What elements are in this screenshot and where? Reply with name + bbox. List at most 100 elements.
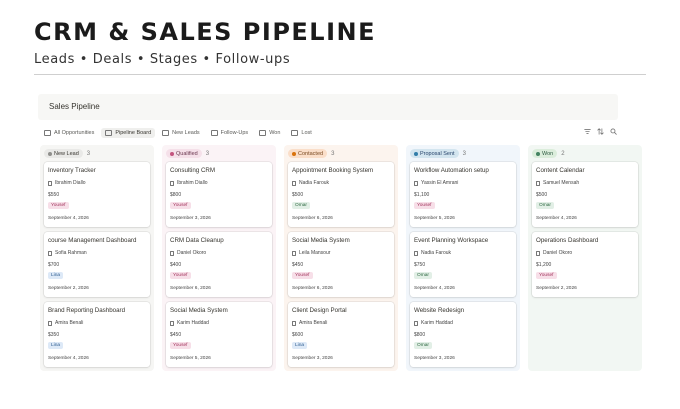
tab-follow-ups[interactable]: Follow-Ups — [207, 128, 253, 138]
deal-amount: $600 — [292, 332, 304, 338]
tab-won[interactable]: Won — [255, 128, 284, 138]
deal-card[interactable]: Client Design Portal Amira Benali $600 Lina… — [288, 302, 394, 367]
deal-date: September 5, 2026 — [170, 356, 211, 361]
deal-card[interactable]: Workflow Automation setup Yassin El Amran… — [410, 162, 516, 227]
deal-date: September 4, 2026 — [48, 356, 89, 361]
owner-tag: Omar — [414, 342, 432, 349]
deal-amount: $550 — [48, 192, 60, 198]
status-dot-icon — [414, 151, 418, 156]
board-header: Sales Pipeline — [38, 94, 618, 120]
search-icon[interactable] — [610, 128, 617, 135]
status-label: Proposal Sent — [420, 150, 455, 157]
contact-name: Ibrahim Diallo — [55, 180, 86, 186]
tab-lost[interactable]: Lost — [287, 128, 315, 138]
contact-name: Daniel Okoro — [543, 250, 573, 256]
tab-label: Lost — [301, 130, 312, 136]
status-label: New Lead — [54, 150, 79, 157]
deal-card[interactable]: Website Redesign Karim Haddad $800 Omar Sept… — [410, 302, 516, 367]
deal-amount: $500 — [292, 192, 304, 198]
column-header: Qualified 3 — [166, 149, 209, 158]
deal-title: Workflow Automation setup — [414, 167, 489, 174]
status-badge[interactable]: Proposal Sent — [410, 149, 459, 158]
deal-date: September 3, 2026 — [170, 216, 211, 221]
tab-label: Won — [269, 130, 281, 136]
contact-name: Karim Haddad — [177, 320, 209, 326]
owner-tag: Yousef — [170, 272, 191, 279]
deal-amount: $700 — [48, 262, 60, 268]
deal-date: September 2, 2026 — [48, 286, 89, 291]
tab-label: All Opportunities — [54, 130, 95, 136]
deal-card[interactable]: Inventory Tracker Ibrahim Diallo $550 Youse… — [44, 162, 150, 227]
board-column-contacted: Contacted 3 Appointment Booking System Nadi… — [284, 145, 398, 371]
deal-card[interactable]: Event Planning Workspace Nadia Farouk $750… — [410, 232, 516, 297]
board-title[interactable]: Sales Pipeline — [49, 102, 100, 111]
contact-name: Nadia Farouk — [421, 250, 452, 256]
page-subtitle: Leads • Deals • Stages • Follow-ups — [34, 52, 291, 67]
deal-card[interactable]: Social Media System Karim Haddad $450 Youse… — [166, 302, 272, 367]
deal-title: Content Calendar — [536, 167, 585, 174]
sort-icon[interactable] — [597, 128, 604, 135]
deal-card[interactable]: Social Media System Leila Mansour $450 Yous… — [288, 232, 394, 297]
status-badge[interactable]: Qualified — [166, 149, 202, 158]
column-count: 3 — [462, 150, 466, 157]
deal-title: Consulting CRM — [170, 167, 216, 174]
title-divider — [34, 74, 646, 75]
status-badge[interactable]: Contacted — [288, 149, 328, 158]
contact-name: Daniel Okoro — [177, 250, 207, 256]
column-count: 3 — [331, 150, 335, 157]
tab-label: New Leads — [172, 130, 200, 136]
deal-contact: Sofia Rahman — [48, 250, 87, 256]
deal-card[interactable]: Consulting CRM Ibrahim Diallo $800 Yousef Se… — [166, 162, 272, 227]
board-toolbar — [584, 128, 617, 135]
view-icon — [105, 130, 113, 136]
tab-all-opportunities[interactable]: All Opportunities — [40, 128, 98, 138]
deal-contact: Daniel Okoro — [170, 250, 206, 256]
deal-contact: Samuel Mensah — [536, 180, 579, 186]
deal-card[interactable]: Content Calendar Samuel Mensah $500 Omar Sep… — [532, 162, 638, 227]
tab-new-leads[interactable]: New Leads — [158, 128, 204, 138]
board-column-won: Won 2 Content Calendar Samuel Mensah $500 Oma… — [528, 145, 642, 371]
deal-contact: Karim Haddad — [414, 320, 453, 326]
deal-card[interactable]: Brand Reporting Dashboard Amira Benali $35… — [44, 302, 150, 367]
document-icon — [292, 320, 296, 326]
contact-name: Yassin El Amrani — [421, 180, 459, 186]
deal-amount: $450 — [170, 332, 182, 338]
contact-name: Karim Haddad — [421, 320, 453, 326]
board-column-proposal-sent: Proposal Sent 3 Workflow Automation setup Y… — [406, 145, 520, 371]
deal-title: Client Design Portal — [292, 307, 347, 314]
deal-amount: $800 — [414, 332, 426, 338]
deal-title: Appointment Booking System — [292, 167, 374, 174]
owner-tag: Omar — [292, 202, 310, 209]
deal-title: Operations Dashboard — [536, 237, 599, 244]
contact-name: Nadia Farouk — [299, 180, 330, 186]
deal-card[interactable]: course Management Dashboard Sofia Rahman $… — [44, 232, 150, 297]
deal-title: CRM Data Cleanup — [170, 237, 224, 244]
filter-icon[interactable] — [584, 128, 591, 135]
deal-date: September 2, 2026 — [536, 286, 577, 291]
deal-amount: $400 — [170, 262, 182, 268]
deal-card[interactable]: Appointment Booking System Nadia Farouk $5… — [288, 162, 394, 227]
column-header: Contacted 3 — [288, 149, 334, 158]
tab-pipeline-board[interactable]: Pipeline Board — [101, 128, 156, 138]
deal-card[interactable]: Operations Dashboard Daniel Okoro $1,200 Yo… — [532, 232, 638, 297]
owner-tag: Yousef — [414, 202, 435, 209]
document-icon — [292, 180, 296, 186]
column-count: 3 — [205, 150, 210, 157]
document-icon — [48, 250, 52, 256]
deal-date: September 3, 2026 — [292, 356, 333, 361]
deal-title: Social Media System — [170, 307, 228, 314]
contact-name: Ibrahim Diallo — [177, 180, 208, 186]
view-icon — [259, 130, 267, 136]
deal-contact: Yassin El Amrani — [414, 180, 458, 186]
deal-contact: Amira Benali — [48, 320, 83, 326]
deal-card[interactable]: CRM Data Cleanup Daniel Okoro $400 Yousef Se… — [166, 232, 272, 297]
document-icon — [414, 250, 418, 256]
deal-contact: Daniel Okoro — [536, 250, 572, 256]
document-icon — [292, 250, 296, 256]
contact-name: Samuel Mensah — [543, 180, 580, 186]
status-badge[interactable]: New Lead — [44, 149, 83, 158]
deal-date: September 6, 2026 — [292, 216, 333, 221]
deal-title: Website Redesign — [414, 307, 465, 314]
status-badge[interactable]: Won — [532, 149, 558, 158]
document-icon — [170, 180, 174, 186]
